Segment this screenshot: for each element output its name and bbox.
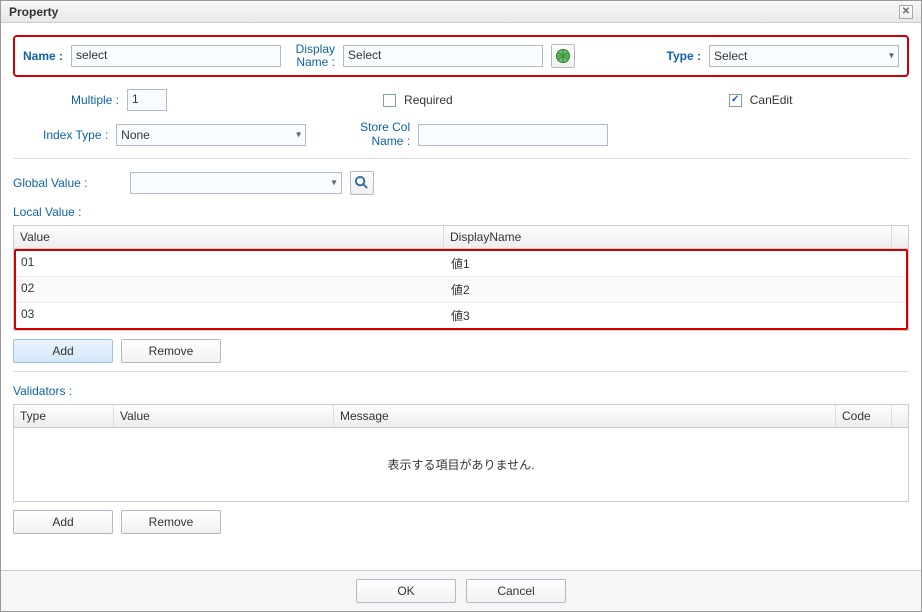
add-button[interactable]: Add bbox=[13, 510, 113, 534]
validators-buttons: Add Remove bbox=[13, 510, 909, 534]
store-col-label: Store Col Name : bbox=[352, 121, 410, 147]
store-col-input[interactable] bbox=[418, 124, 608, 146]
add-button[interactable]: Add bbox=[13, 339, 113, 363]
index-storecol-row: Index Type : None Store Col Name : bbox=[13, 121, 909, 147]
validators-grid: Type Value Message Code 表示する項目がありません. bbox=[13, 404, 909, 502]
local-value-grid: Value DisplayName 01 値1 02 値2 03 値3 bbox=[13, 225, 909, 331]
multiple-label: Multiple : bbox=[71, 93, 119, 107]
col-pad bbox=[892, 405, 908, 427]
close-icon[interactable]: ✕ bbox=[899, 5, 913, 19]
index-type-select[interactable]: None bbox=[116, 124, 306, 146]
global-value-label: Global Value : bbox=[13, 176, 88, 190]
canedit-label: CanEdit bbox=[750, 93, 793, 107]
local-value-label: Local Value : bbox=[13, 205, 909, 219]
validators-empty-text: 表示する項目がありません. bbox=[14, 428, 908, 501]
col-message-header[interactable]: Message bbox=[334, 405, 836, 427]
col-type-header[interactable]: Type bbox=[14, 405, 114, 427]
local-value-grid-head: Value DisplayName bbox=[14, 226, 908, 249]
col-value-header[interactable]: Value bbox=[14, 226, 444, 248]
global-value-select[interactable] bbox=[130, 172, 342, 194]
multiple-input[interactable]: 1 bbox=[127, 89, 167, 111]
global-value-row: Global Value : bbox=[13, 171, 909, 195]
window-body: Name : select Display Name : Select Type… bbox=[1, 23, 921, 546]
validators-label: Validators : bbox=[13, 384, 909, 398]
ok-button[interactable]: OK bbox=[356, 579, 456, 603]
separator-1 bbox=[13, 158, 909, 159]
name-label: Name : bbox=[23, 49, 63, 63]
checkbox-row: Multiple : 1 Required CanEdit bbox=[13, 89, 909, 111]
canedit-checkbox[interactable] bbox=[729, 94, 742, 107]
type-label: Type : bbox=[667, 49, 701, 63]
property-window: Property ✕ Name : select Display Name : … bbox=[0, 0, 922, 612]
remove-button[interactable]: Remove bbox=[121, 510, 221, 534]
col-pad bbox=[892, 226, 908, 248]
window-title: Property bbox=[9, 5, 58, 19]
col-code-header[interactable]: Code bbox=[836, 405, 892, 427]
table-row[interactable]: 02 値2 bbox=[16, 277, 906, 303]
table-row[interactable]: 01 値1 bbox=[16, 251, 906, 277]
globe-icon[interactable] bbox=[551, 44, 575, 68]
index-type-label: Index Type : bbox=[43, 128, 108, 142]
dialog-footer: OK Cancel bbox=[1, 570, 921, 611]
remove-button[interactable]: Remove bbox=[121, 339, 221, 363]
name-display-type-row: Name : select Display Name : Select Type… bbox=[13, 35, 909, 77]
search-icon[interactable] bbox=[350, 171, 374, 195]
required-label: Required bbox=[404, 93, 453, 107]
display-name-label: Display Name : bbox=[289, 43, 335, 69]
validators-grid-head: Type Value Message Code bbox=[14, 405, 908, 428]
separator-2 bbox=[13, 371, 909, 372]
table-row[interactable]: 03 値3 bbox=[16, 303, 906, 328]
required-checkbox[interactable] bbox=[383, 94, 396, 107]
title-bar: Property ✕ bbox=[1, 1, 921, 23]
local-value-buttons: Add Remove bbox=[13, 339, 909, 363]
display-name-input[interactable]: Select bbox=[343, 45, 543, 67]
name-input[interactable]: select bbox=[71, 45, 281, 67]
type-select[interactable]: Select bbox=[709, 45, 899, 67]
local-value-rows-highlight: 01 値1 02 値2 03 値3 bbox=[14, 249, 908, 330]
col-value-header[interactable]: Value bbox=[114, 405, 334, 427]
cancel-button[interactable]: Cancel bbox=[466, 579, 566, 603]
col-displayname-header[interactable]: DisplayName bbox=[444, 226, 892, 248]
